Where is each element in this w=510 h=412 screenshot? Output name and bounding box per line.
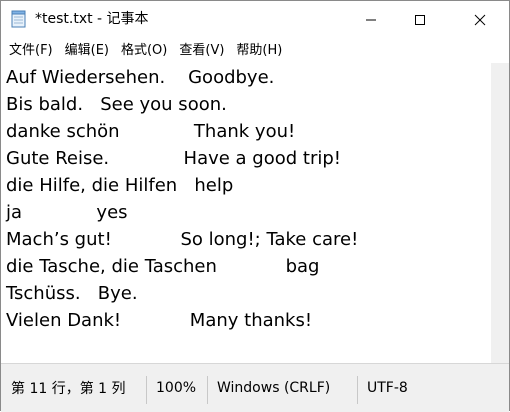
editor-line: die Tasche, die Taschen bag: [6, 256, 320, 277]
editor-line: Mach’s gut! So long!; Take care!: [6, 229, 359, 250]
status-divider: [207, 376, 208, 404]
menu-edit[interactable]: 编辑(E): [57, 39, 109, 63]
notepad-icon: [11, 10, 27, 28]
encoding: UTF-8: [367, 380, 408, 396]
minimize-button[interactable]: [348, 1, 394, 39]
editor-line: Gute Reise. Have a good trip!: [6, 148, 342, 169]
title-bar[interactable]: *test.txt - 记事本: [1, 1, 509, 39]
menu-file[interactable]: 文件(F): [1, 39, 53, 63]
cursor-position: 第 11 行，第 1 列: [11, 381, 126, 397]
editor-line: die Hilfe, die Hilfen help: [6, 175, 234, 196]
text-editor[interactable]: Auf Wiedersehen. Goodbye. Bis bald. See …: [1, 63, 491, 363]
maximize-icon: [414, 11, 426, 30]
status-divider: [146, 376, 147, 404]
close-icon: [474, 11, 486, 30]
status-bar: 第 11 行，第 1 列 100% Windows (CRLF) UTF-8: [1, 363, 509, 412]
notepad-window: *test.txt - 记事本 文件(F) 编辑(E) 格式(O) 查看(V) …: [0, 0, 510, 412]
editor-line: Vielen Dank! Many thanks!: [6, 310, 313, 331]
zoom-level: 100%: [156, 380, 197, 396]
status-divider: [357, 376, 358, 404]
scroll-corner: [491, 345, 509, 363]
vertical-scrollbar[interactable]: [491, 63, 509, 363]
minimize-icon: [365, 11, 377, 30]
menu-bar: 文件(F) 编辑(E) 格式(O) 查看(V) 帮助(H): [1, 39, 509, 63]
window-title: *test.txt - 记事本: [35, 11, 149, 27]
menu-format[interactable]: 格式(O): [113, 39, 167, 63]
close-button[interactable]: [457, 1, 503, 39]
editor-line: Bis bald. See you soon.: [6, 94, 227, 115]
maximize-button[interactable]: [397, 1, 443, 39]
line-ending: Windows (CRLF): [217, 380, 331, 396]
menu-view[interactable]: 查看(V): [171, 39, 224, 63]
editor-line: Auf Wiedersehen. Goodbye.: [6, 67, 275, 88]
editor-line: ja yes: [6, 202, 128, 223]
menu-help[interactable]: 帮助(H): [228, 39, 282, 63]
editor-line: Tschüss. Bye.: [6, 283, 138, 304]
editor-line: danke schön Thank you!: [6, 121, 296, 142]
